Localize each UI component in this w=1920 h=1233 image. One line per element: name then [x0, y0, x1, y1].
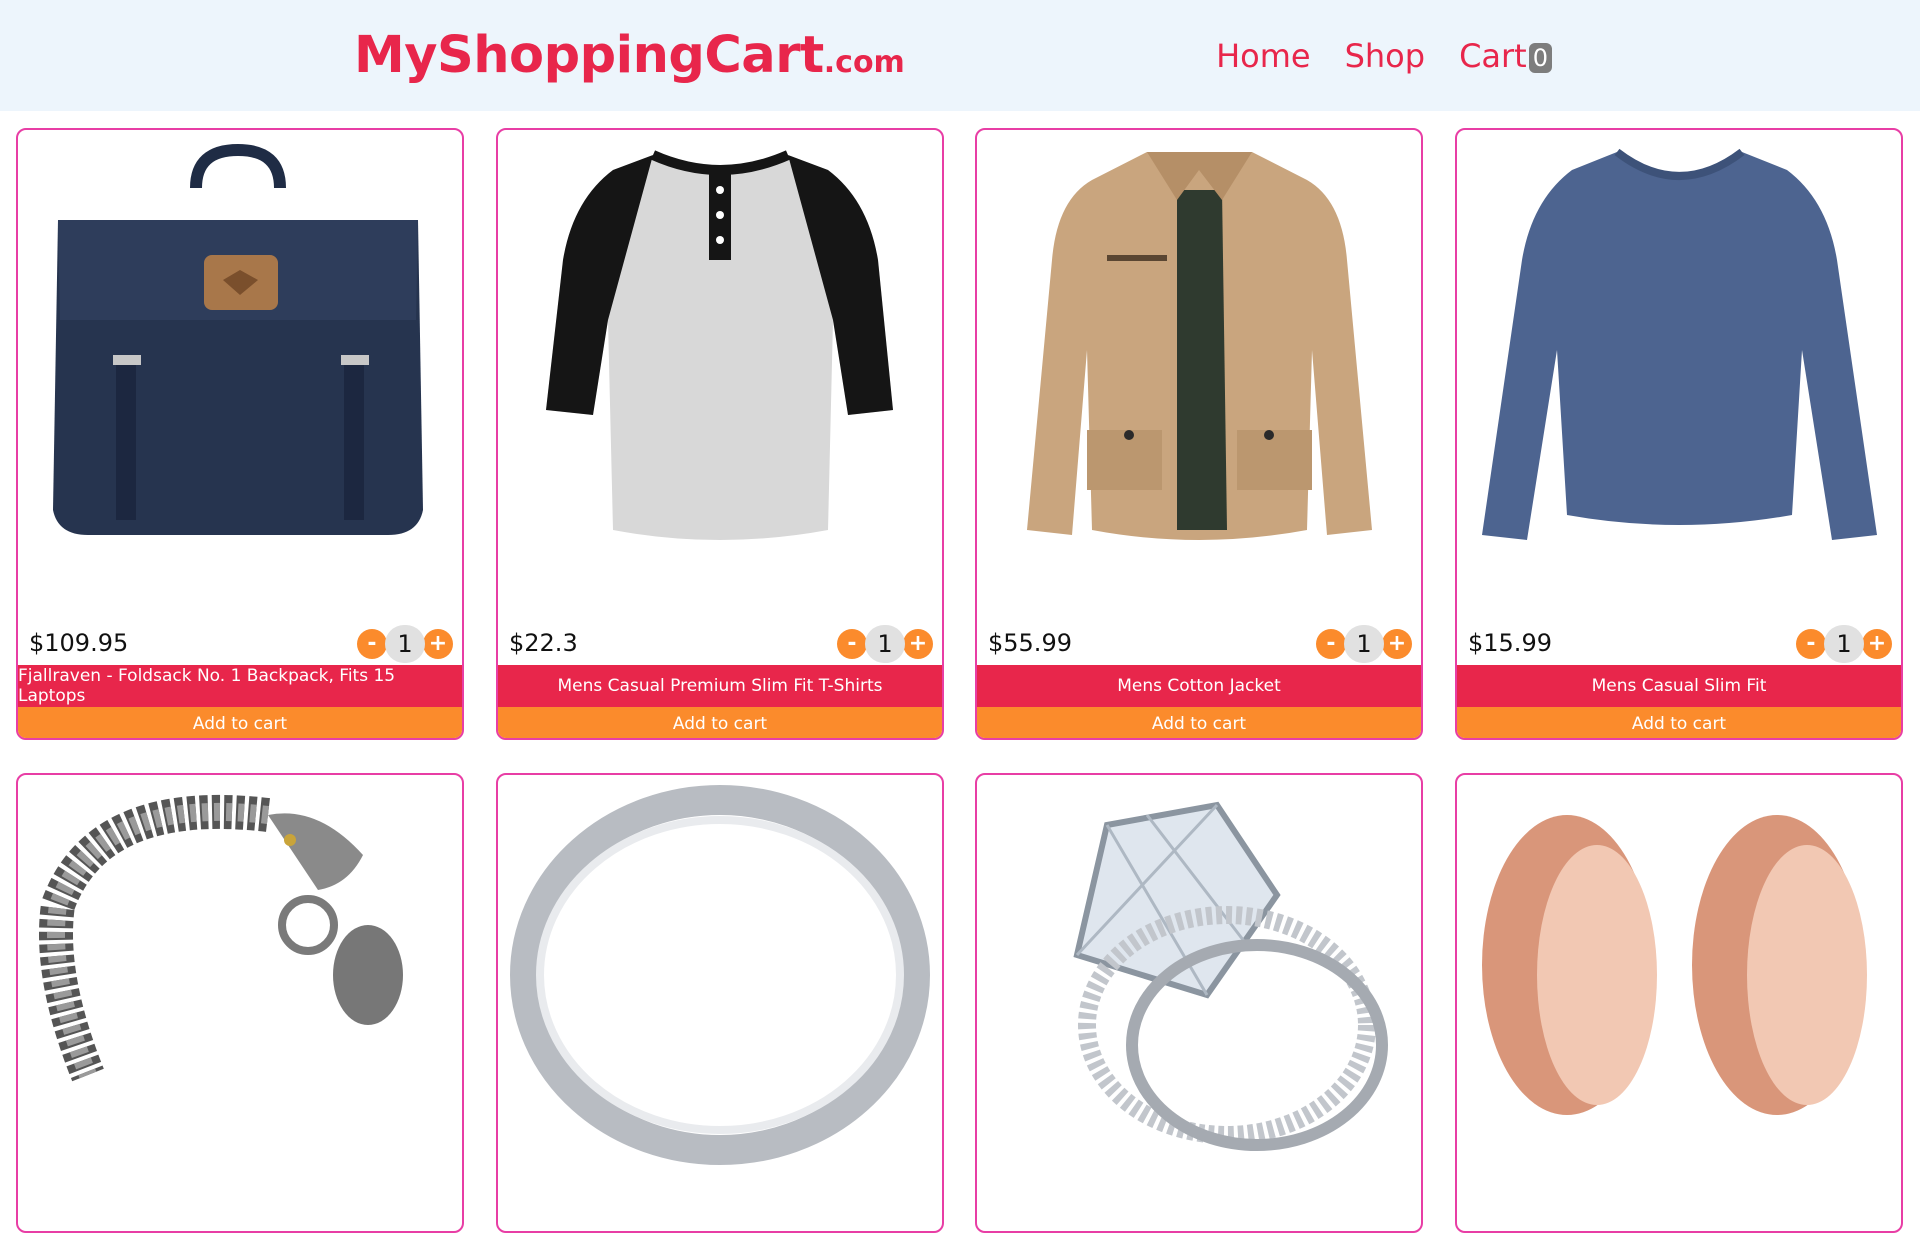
product-image-long-sleeve-shirt[interactable] [1457, 130, 1901, 610]
long-sleeve-shirt-image [1482, 148, 1877, 540]
raglan-tshirt-image [546, 150, 893, 540]
decrease-quantity-button[interactable]: - [357, 629, 387, 659]
product-image-silver-ring[interactable] [498, 775, 942, 1231]
product-image-raglan-tshirt[interactable] [498, 130, 942, 610]
product-image-diamond-ring-set[interactable] [977, 775, 1421, 1231]
product-grid: $109.95 - 1 + Fjallraven - Foldsack No. … [0, 0, 1920, 1233]
silver-ring-image [510, 785, 930, 1165]
product-title[interactable]: Mens Casual Premium Slim Fit T-Shirts [498, 665, 942, 707]
quantity-value: 1 [1344, 625, 1384, 663]
quantity-value: 1 [1824, 625, 1864, 663]
quantity-value: 1 [385, 625, 425, 663]
add-to-cart-button[interactable]: Add to cart [18, 707, 462, 738]
quantity-stepper: - 1 + [837, 625, 933, 663]
product-image-rose-gold-plugs[interactable] [1457, 775, 1901, 1231]
add-to-cart-button[interactable]: Add to cart [977, 707, 1421, 738]
add-to-cart-button[interactable]: Add to cart [498, 707, 942, 738]
dragon-bracelet-image [39, 794, 403, 1082]
product-image-backpack[interactable] [18, 130, 462, 610]
product-card [16, 773, 464, 1233]
decrease-quantity-button[interactable]: - [1316, 629, 1346, 659]
decrease-quantity-button[interactable]: - [1796, 629, 1826, 659]
quantity-value: 1 [865, 625, 905, 663]
diamond-ring-set-image [1073, 801, 1388, 1151]
product-card [975, 773, 1423, 1233]
product-image-dragon-bracelet[interactable] [18, 775, 462, 1231]
rose-gold-plugs-image [1482, 815, 1867, 1115]
product-price: $55.99 [988, 629, 1072, 657]
product-card [496, 773, 944, 1233]
product-title[interactable]: Mens Cotton Jacket [977, 665, 1421, 707]
backpack-image [53, 143, 423, 535]
add-to-cart-button[interactable]: Add to cart [1457, 707, 1901, 738]
quantity-stepper: - 1 + [1316, 625, 1412, 663]
product-price: $15.99 [1468, 629, 1552, 657]
quantity-stepper: - 1 + [357, 625, 453, 663]
increase-quantity-button[interactable]: + [903, 629, 933, 659]
product-card [1455, 773, 1903, 1233]
increase-quantity-button[interactable]: + [1382, 629, 1412, 659]
product-price: $22.3 [509, 629, 578, 657]
product-title[interactable]: Mens Casual Slim Fit [1457, 665, 1901, 707]
product-card: $15.99 - 1 + Mens Casual Slim Fit Add to… [1455, 128, 1903, 740]
product-image-cotton-jacket[interactable] [977, 130, 1421, 610]
decrease-quantity-button[interactable]: - [837, 629, 867, 659]
product-card: $22.3 - 1 + Mens Casual Premium Slim Fit… [496, 128, 944, 740]
product-price: $109.95 [29, 629, 129, 657]
product-card: $55.99 - 1 + Mens Cotton Jacket Add to c… [975, 128, 1423, 740]
cotton-jacket-image [1027, 152, 1372, 540]
increase-quantity-button[interactable]: + [1862, 629, 1892, 659]
product-card: $109.95 - 1 + Fjallraven - Foldsack No. … [16, 128, 464, 740]
product-title[interactable]: Fjallraven - Foldsack No. 1 Backpack, Fi… [18, 665, 462, 707]
increase-quantity-button[interactable]: + [423, 629, 453, 659]
quantity-stepper: - 1 + [1796, 625, 1892, 663]
